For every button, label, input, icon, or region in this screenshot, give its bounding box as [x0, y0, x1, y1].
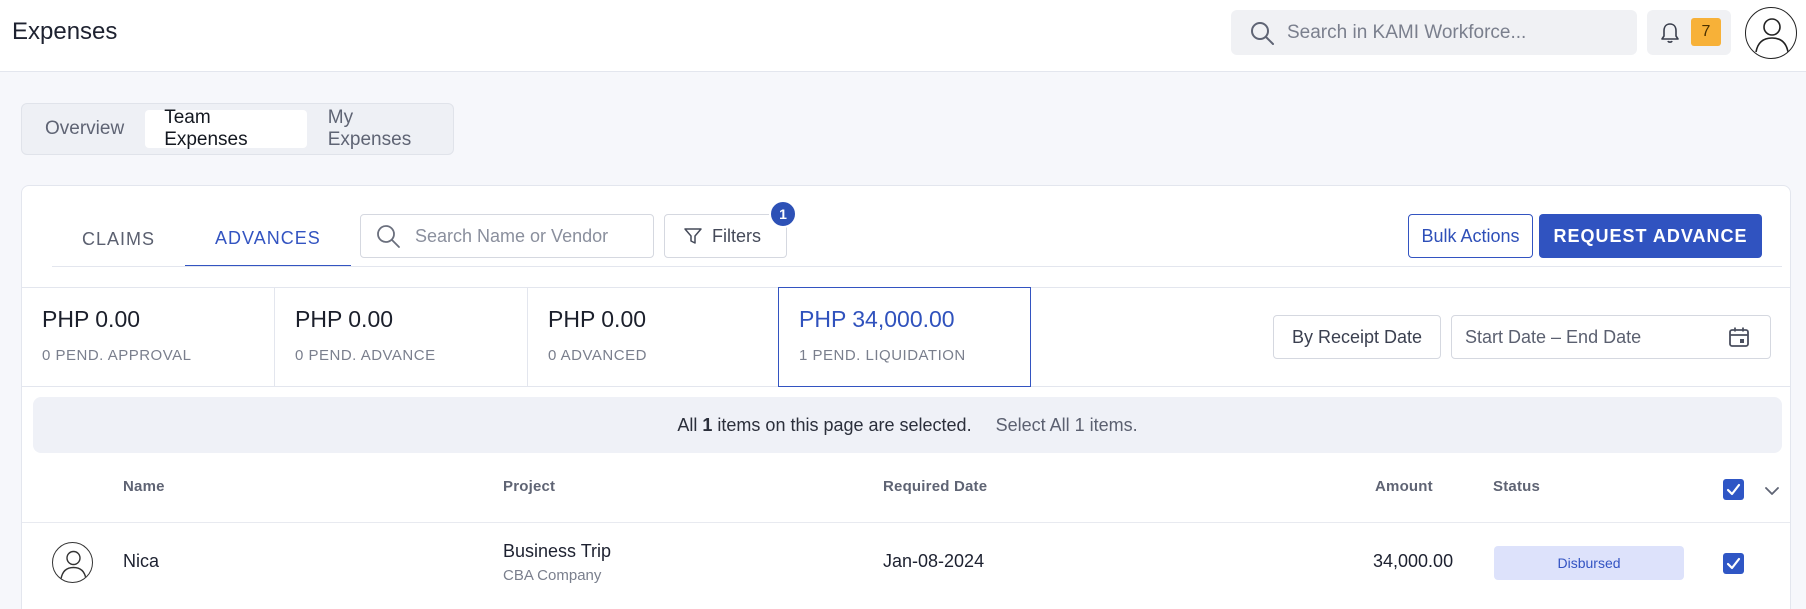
column-header-required-date[interactable]: Required Date: [883, 478, 987, 495]
selection-banner: All 1 items on this page are selected. S…: [33, 397, 1782, 453]
column-header-status[interactable]: Status: [1493, 478, 1540, 495]
stat-label: 0 PEND. ADVANCE: [295, 347, 436, 364]
row-select-checkbox[interactable]: [1723, 553, 1744, 574]
row-project: Business Trip: [503, 541, 612, 561]
advances-card: CLAIMS ADVANCES Search Name or Vendor Fi…: [21, 185, 1791, 609]
by-receipt-date-button[interactable]: By Receipt Date: [1273, 315, 1441, 359]
filters-count-badge: 1: [769, 200, 797, 228]
user-avatar[interactable]: [1745, 7, 1797, 59]
user-icon: [60, 550, 87, 580]
column-header-project[interactable]: Project: [503, 478, 555, 495]
segment-overview[interactable]: Overview: [26, 110, 143, 148]
check-icon: [1726, 483, 1741, 496]
select-all-link[interactable]: Select All 1 items.: [996, 415, 1138, 436]
filters-label: Filters: [712, 225, 761, 246]
claims-advances-tabs: CLAIMS ADVANCES: [52, 211, 351, 267]
row-name[interactable]: Nica: [123, 551, 159, 572]
stat-advanced[interactable]: PHP 0.00 0 ADVANCED: [528, 288, 781, 387]
name-vendor-search-placeholder: Search Name or Vendor: [415, 225, 609, 246]
status-badge: Disbursed: [1494, 546, 1684, 580]
row-required-date: Jan-08-2024: [883, 551, 985, 571]
global-search-input[interactable]: Search in KAMI Workforce...: [1231, 10, 1637, 55]
page-title: Expenses: [12, 18, 118, 45]
row-amount: 34,000.00: [1373, 551, 1454, 571]
segment-team-expenses[interactable]: Team Expenses: [145, 107, 307, 150]
stat-label: 0 PEND. APPROVAL: [42, 347, 192, 364]
filters-button[interactable]: Filters: [664, 214, 787, 258]
stat-amount: PHP 0.00: [295, 306, 394, 332]
avatar: [52, 542, 93, 583]
notifications-button[interactable]: 7: [1647, 10, 1731, 55]
search-icon: [1251, 21, 1274, 45]
expense-segments: Overview Team Expenses My Expenses: [21, 103, 454, 155]
selection-count: 1: [702, 414, 713, 435]
selection-prefix: All: [677, 414, 698, 435]
date-range-placeholder: Start Date – End Date: [1465, 326, 1642, 347]
segment-my-expenses[interactable]: My Expenses: [309, 107, 451, 150]
bulk-actions-button[interactable]: Bulk Actions: [1408, 214, 1533, 258]
stat-pending-approval[interactable]: PHP 0.00 0 PEND. APPROVAL: [22, 288, 275, 387]
check-icon: [1726, 557, 1741, 570]
stat-amount: PHP 34,000.00: [799, 306, 955, 332]
request-advance-button[interactable]: REQUEST ADVANCE: [1539, 214, 1762, 258]
stat-pending-advance[interactable]: PHP 0.00 0 PEND. ADVANCE: [275, 288, 528, 387]
column-header-name[interactable]: Name: [123, 478, 165, 495]
date-range-picker[interactable]: Start Date – End Date: [1451, 315, 1771, 359]
stat-label: 0 ADVANCED: [548, 347, 647, 364]
stat-pending-liquidation[interactable]: PHP 34,000.00 1 PEND. LIQUIDATION: [778, 287, 1031, 387]
calendar-icon[interactable]: [1728, 326, 1750, 348]
table-header-divider: [22, 522, 1790, 523]
stat-amount: PHP 0.00: [548, 306, 647, 332]
stat-label: 1 PEND. LIQUIDATION: [799, 347, 966, 364]
chevron-down-icon[interactable]: [1762, 481, 1782, 501]
bell-icon: [1661, 23, 1679, 43]
tab-advances[interactable]: ADVANCES: [185, 211, 351, 267]
top-bar: Expenses Search in KAMI Workforce... 7: [0, 0, 1806, 72]
filter-icon: [684, 228, 702, 244]
column-header-amount[interactable]: Amount: [1375, 478, 1433, 495]
selection-suffix: items on this page are selected.: [717, 414, 972, 435]
user-icon: [1755, 18, 1789, 53]
row-company: CBA Company: [503, 567, 602, 584]
global-search-placeholder: Search in KAMI Workforce...: [1287, 21, 1527, 43]
select-all-checkbox[interactable]: [1723, 479, 1744, 500]
tab-claims[interactable]: CLAIMS: [52, 211, 185, 267]
summary-row: PHP 0.00 0 PEND. APPROVAL PHP 0.00 0 PEN…: [22, 287, 1790, 387]
tabs-divider: [52, 266, 1782, 267]
name-vendor-search-input[interactable]: Search Name or Vendor: [360, 214, 654, 258]
notification-count-badge: 7: [1691, 18, 1721, 46]
stat-amount: PHP 0.00: [42, 306, 141, 332]
search-icon: [377, 225, 400, 248]
